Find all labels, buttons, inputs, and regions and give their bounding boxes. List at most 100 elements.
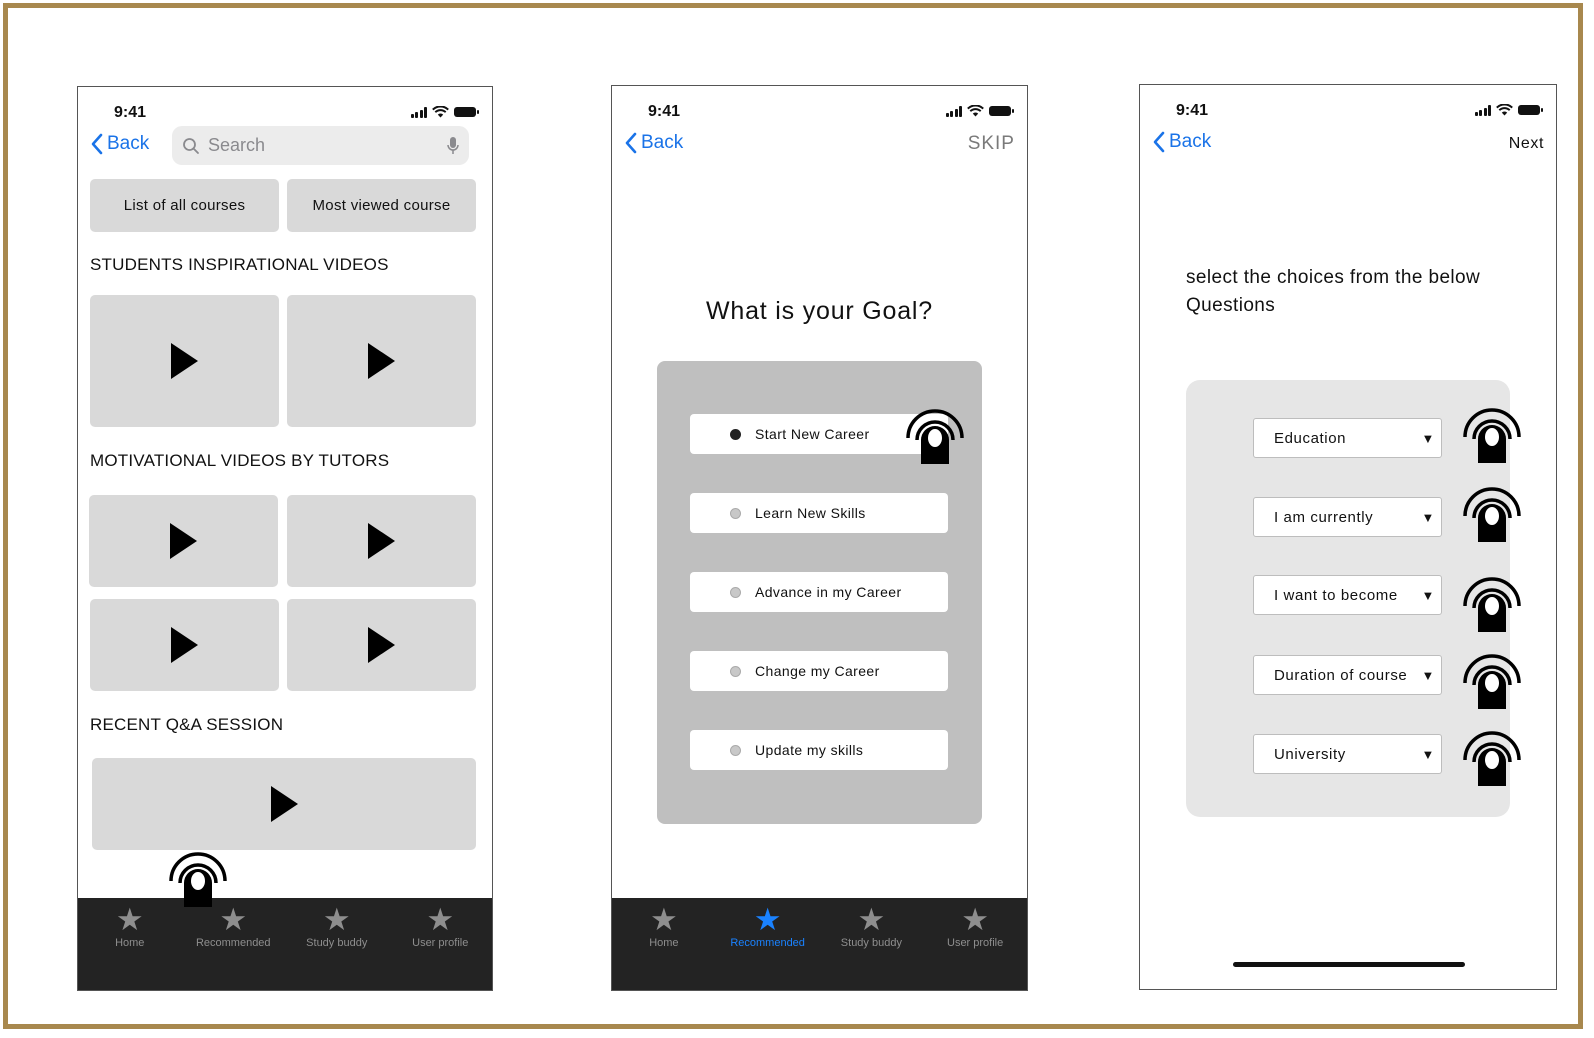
tab-home[interactable]: ★ Home [612,898,716,990]
status-time: 9:41 [114,104,147,121]
back-button[interactable]: Back [1152,131,1211,153]
most-viewed-course-button[interactable]: Most viewed course [287,179,476,232]
back-button[interactable]: Back [90,133,149,155]
play-icon [368,523,395,559]
status-time: 9:41 [1176,102,1209,119]
search-icon [183,137,199,154]
tab-recommended[interactable]: ★ Recommended [716,898,820,990]
wifi-icon [1496,104,1513,116]
want-to-become-select[interactable]: I want to become ▼ [1253,575,1442,615]
currently-select[interactable]: I am currently ▼ [1253,497,1442,537]
play-icon [368,343,395,379]
home-indicator[interactable] [1233,962,1465,967]
tab-study-buddy[interactable]: ★ Study buddy [820,898,924,990]
video-thumbnail[interactable] [90,599,279,691]
radio [730,507,741,519]
education-select[interactable]: Education ▼ [1253,418,1442,458]
chevron-left-icon [1153,131,1165,153]
radio [730,744,741,756]
search-placeholder: Search [208,135,266,155]
video-thumbnail[interactable] [90,295,279,427]
status-icons [410,106,479,118]
tap-gesture-icon [169,852,227,907]
skip-button[interactable]: SKIP [968,133,1015,155]
signal-icon [945,105,962,117]
page-title: What is your Goal? [706,297,933,325]
duration-select[interactable]: Duration of course ▼ [1253,655,1442,695]
wifi-icon [967,105,984,117]
tab-study-buddy[interactable]: ★ Study buddy [285,898,389,990]
phone-courses-screen: 9:41 Back Search List of all courses Mos… [77,86,493,991]
star-icon: ★ [426,902,455,937]
star-icon: ★ [857,902,886,937]
back-label: Back [641,132,684,153]
caret-down-icon: ▼ [1421,509,1435,525]
goal-option-advance-career[interactable]: Advance in my Career [690,572,948,612]
video-thumbnail[interactable] [89,495,278,587]
tap-gesture-icon [1463,487,1521,542]
chevron-left-icon [91,133,103,155]
star-icon: ★ [649,902,678,937]
star-icon: ★ [219,902,248,937]
tap-gesture-icon [906,409,964,464]
next-button[interactable]: Next [1509,135,1544,153]
video-thumbnail[interactable] [92,758,476,850]
back-label: Back [107,133,150,154]
tap-gesture-icon [1463,408,1521,463]
tab-bar: ★ Home ★ Recommended ★ Study buddy ★ User pr… [78,898,492,990]
play-icon [368,627,395,663]
phone-goal-screen: 9:41 Back SKIP What is your Goal? Start … [611,85,1028,991]
video-thumbnail[interactable] [287,295,476,427]
play-icon [270,786,298,822]
tab-user-profile[interactable]: ★ User profile [389,898,493,990]
radio-selected [730,428,741,440]
section-title-tutor-videos: MOTIVATIONAL VIDEOS BY TUTORS [90,451,390,470]
caret-down-icon: ▼ [1421,746,1435,762]
status-icons [1474,104,1543,116]
signal-icon [410,106,427,118]
goal-option-learn-new-skills[interactable]: Learn New Skills [690,493,948,533]
play-icon [170,523,197,559]
star-icon: ★ [961,902,990,937]
mic-icon[interactable] [447,136,459,155]
tab-home[interactable]: ★ Home [78,898,182,990]
caret-down-icon: ▼ [1421,430,1435,446]
search-input[interactable]: Search [172,126,469,165]
tab-bar: ★ Home ★ Recommended ★ Study buddy ★ User pr… [612,898,1027,990]
battery-icon [454,107,479,117]
tab-user-profile[interactable]: ★ User profile [923,898,1027,990]
star-icon: ★ [115,902,144,937]
section-title-qa-session: RECENT Q&A SESSION [90,715,284,734]
goal-option-change-career[interactable]: Change my Career [690,651,948,691]
caret-down-icon: ▼ [1421,667,1435,683]
goal-option-update-skills[interactable]: Update my skills [690,730,948,770]
chevron-left-icon [625,132,637,154]
back-button[interactable]: Back [624,132,683,154]
battery-icon [1518,105,1543,115]
instruction-text: select the choices from the below Questi… [1186,267,1481,316]
video-thumbnail[interactable] [287,599,476,691]
tap-gesture-icon [1463,731,1521,786]
tap-gesture-icon [1463,654,1521,709]
star-icon: ★ [753,902,782,937]
section-title-student-videos: STUDENTS INSPIRATIONAL VIDEOS [90,255,389,274]
university-select[interactable]: University ▼ [1253,734,1442,774]
storyboard-frame: 9:41 Back Search List of all courses Mos… [3,3,1583,1029]
radio [730,586,741,598]
caret-down-icon: ▼ [1421,587,1435,603]
radio [730,665,741,677]
play-icon [171,343,198,379]
video-thumbnail[interactable] [287,495,476,587]
tab-recommended[interactable]: ★ Recommended [182,898,286,990]
star-icon: ★ [322,902,351,937]
status-icons [945,105,1014,117]
wifi-icon [432,106,449,118]
phone-choices-screen: 9:41 Back Next select the choices from t… [1139,84,1557,990]
status-time: 9:41 [648,103,681,120]
tap-gesture-icon [1463,577,1521,632]
list-all-courses-button[interactable]: List of all courses [90,179,279,232]
play-icon [171,627,198,663]
signal-icon [1474,104,1491,116]
back-label: Back [1169,131,1212,152]
battery-icon [989,106,1014,116]
